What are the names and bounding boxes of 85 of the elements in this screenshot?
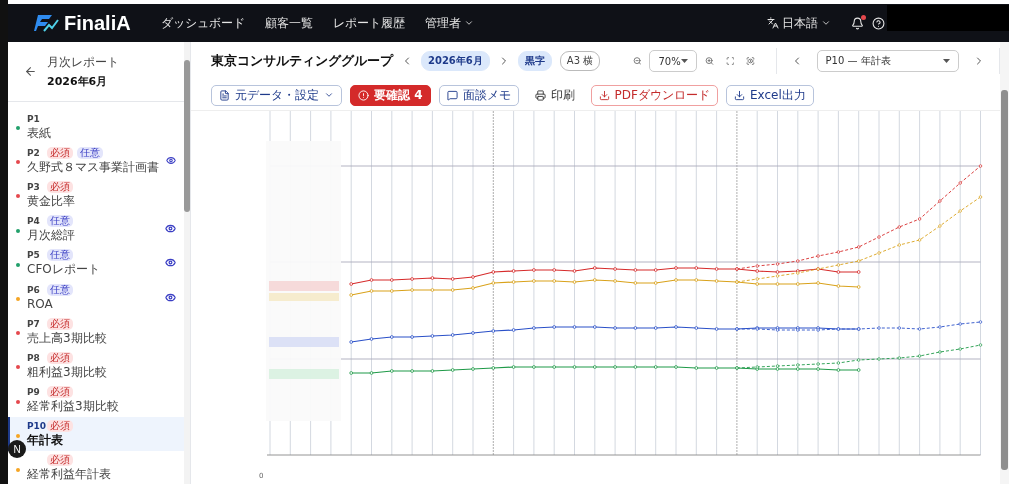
action-button[interactable]: 元データ・設定	[211, 84, 342, 106]
page-list-item[interactable]: P8 必須 粗利益3期比較	[8, 348, 184, 383]
page-number: P1	[27, 113, 41, 124]
page-number: P4	[27, 216, 41, 227]
page-number: P7	[27, 318, 41, 329]
back-arrow-icon[interactable]	[24, 65, 37, 78]
logo-icon	[34, 13, 60, 33]
page-number: P8	[27, 352, 41, 363]
caret-icon	[680, 59, 688, 63]
page-title: 年計表	[27, 434, 64, 448]
nav-link[interactable]: レポート履歴	[332, 14, 405, 32]
page-title: 表紙	[27, 126, 52, 140]
tag: 必須	[47, 351, 73, 364]
page-list-item[interactable]: P2 必須 任意 久野式８マス事業計画書	[8, 143, 184, 178]
fit-icon[interactable]	[725, 55, 735, 67]
zoom-out-icon[interactable]	[632, 55, 642, 67]
page-list-item[interactable]: P7 必須 売上高3期比較	[8, 314, 184, 349]
chevron-down-icon	[324, 90, 334, 100]
status-chip: 黒字	[517, 51, 552, 71]
paper-chip: A3 横	[559, 51, 601, 71]
focus-icon[interactable]	[746, 55, 756, 67]
page-number: P9	[27, 387, 41, 398]
nav-link[interactable]: ダッシュボード	[160, 14, 245, 32]
page-title: ROA	[27, 297, 54, 311]
download-icon	[733, 89, 745, 101]
company-name: 東京コンサルティンググループ	[211, 52, 393, 70]
page-list-item[interactable]: P6 任意 ROA	[8, 279, 184, 315]
tag: 任意	[47, 215, 73, 228]
page-title: 経常利益3期比較	[27, 400, 120, 414]
dev-tools-menu[interactable]: N	[8, 440, 26, 458]
page-list-item[interactable]: P1 表紙	[8, 109, 184, 144]
page-title: 月次総評	[27, 229, 76, 243]
bell-icon[interactable]	[851, 16, 864, 30]
page-number: P6	[27, 284, 41, 295]
download-icon	[598, 89, 610, 101]
scrollbar[interactable]	[184, 42, 190, 484]
action-button[interactable]: 面談メモ	[438, 84, 519, 106]
nav-link[interactable]: 管理者	[424, 14, 474, 32]
tag: 任意	[47, 283, 73, 296]
chevron-down-icon	[821, 18, 831, 28]
tag: 必須	[47, 420, 73, 433]
tag: 任意	[47, 249, 73, 262]
page-number: P5	[27, 250, 41, 261]
page-title: 黄金比率	[27, 194, 76, 208]
tag: 必須	[47, 317, 73, 330]
page-select[interactable]: P10 — 年計表	[816, 50, 960, 72]
nav-link[interactable]: 顧客一覧	[264, 14, 313, 32]
eye-icon[interactable]	[165, 223, 176, 235]
page-title: 売上高3期比較	[27, 331, 108, 345]
language-selector[interactable]: 日本語	[761, 13, 837, 33]
action-button[interactable]: 要確認 4	[350, 84, 431, 106]
page-title: CFOレポート	[27, 263, 101, 277]
printer-icon	[534, 89, 546, 101]
document-icon	[219, 89, 230, 101]
action-button[interactable]: PDFダウンロード	[590, 84, 718, 106]
page-number: P3	[27, 181, 41, 192]
alert-icon	[358, 89, 369, 101]
logo-text: FinaliA	[64, 11, 131, 35]
report-type: 月次レポート	[47, 54, 119, 71]
eye-icon[interactable]	[165, 257, 176, 269]
caret-icon	[943, 59, 951, 63]
zoom-select[interactable]: 70%	[649, 50, 697, 72]
report-period: 2026年6月	[47, 74, 109, 89]
help-icon[interactable]	[872, 16, 885, 30]
tag: 必須	[47, 180, 73, 193]
action-button[interactable]: Excel出力	[725, 84, 814, 106]
tag: 任意	[77, 146, 103, 159]
eye-icon[interactable]	[166, 154, 176, 166]
page-number: P2	[27, 147, 41, 158]
page-list-item[interactable]: P3 必須 黄金比率	[8, 177, 184, 212]
page-scrollbar[interactable]	[1000, 42, 1009, 484]
eye-icon[interactable]	[165, 291, 176, 303]
page-list-item[interactable]: P4 任意 月次総評	[8, 211, 184, 246]
message-icon	[446, 89, 458, 101]
page-title: 粗利益3期比較	[27, 365, 108, 379]
page-list-item[interactable]: P5 任意 CFOレポート	[8, 245, 184, 280]
zoom-in-icon[interactable]	[704, 55, 714, 67]
page-title: 久野式８マス事業計画書	[27, 160, 159, 174]
tag: 必須	[47, 386, 73, 399]
tag: 必須	[47, 454, 73, 467]
period-chip: 2026年6月	[421, 51, 490, 71]
page-list-item[interactable]: P9 必須 経常利益3期比較	[8, 382, 184, 417]
page-title: 経常利益年計表	[27, 468, 112, 482]
translate-icon	[767, 17, 779, 29]
tag: 必須	[47, 146, 73, 159]
